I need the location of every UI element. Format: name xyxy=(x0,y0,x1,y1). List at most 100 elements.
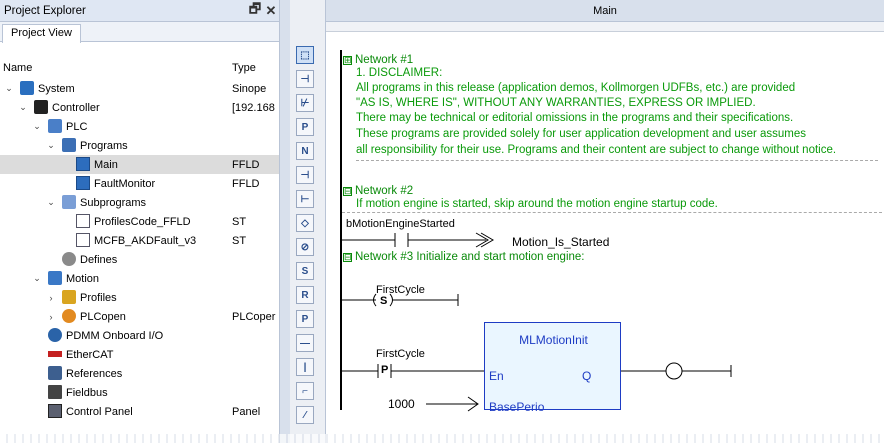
tree-item-plcopen[interactable]: › PLCopen PLCoper xyxy=(0,307,279,326)
tree-item-mcfb-akdfault-v3[interactable]: MCFB_AKDFault_v3 ST xyxy=(0,231,279,250)
tree-item-pdmm-onboard-i-o[interactable]: PDMM Onboard I/O xyxy=(0,326,279,345)
column-ruler xyxy=(326,22,884,32)
select-tool-icon[interactable]: ⬚ xyxy=(296,46,314,64)
profiles-icon xyxy=(62,290,76,304)
corner-line-tool-icon[interactable]: ⌐ xyxy=(296,382,314,400)
tree-item-fieldbus[interactable]: Fieldbus xyxy=(0,383,279,402)
tree-item-label: PLCopen xyxy=(80,310,126,323)
tree-header: Name Type xyxy=(0,60,279,78)
collapse-chevron-icon[interactable]: ⌄ xyxy=(46,193,56,212)
tree-item-references[interactable]: References xyxy=(0,364,279,383)
tree-item-motion[interactable]: ⌄ Motion xyxy=(0,269,279,288)
coil-tool-icon[interactable]: ◇ xyxy=(296,214,314,232)
tree-item-programs[interactable]: ⌄ Programs xyxy=(0,136,279,155)
neg-contact-tool-icon[interactable]: ⊬ xyxy=(296,94,314,112)
tree-item-type: Sinope xyxy=(232,82,267,95)
ethercat-icon xyxy=(48,351,62,357)
tree-item-type: FFLD xyxy=(232,158,260,171)
st-file-icon xyxy=(76,233,90,247)
tree-item-label: Programs xyxy=(80,139,128,152)
tree-item-ethercat[interactable]: EtherCAT xyxy=(0,345,279,364)
tree-item-label: Control Panel xyxy=(66,405,133,418)
tree-item-label: Controller xyxy=(52,101,100,114)
tree-item-label: System xyxy=(38,82,75,95)
set-coil-tool-icon[interactable]: S xyxy=(296,262,314,280)
contact-tool-icon[interactable]: ⊣ xyxy=(296,70,314,88)
editor-title-bar: Main xyxy=(326,0,884,22)
plcopen-icon xyxy=(62,309,76,323)
neg-coil-tool-icon[interactable]: ⊘ xyxy=(296,238,314,256)
collapse-chevron-icon[interactable]: ⌄ xyxy=(4,79,14,98)
pulse-coil-tool-icon[interactable]: P xyxy=(296,310,314,328)
tree-item-defines[interactable]: Defines xyxy=(0,250,279,269)
set-coil-rung xyxy=(342,293,459,307)
tree-item-label: Defines xyxy=(80,253,118,266)
tree-item-controller[interactable]: ⌄ Controller [192.168 xyxy=(0,98,279,117)
controller-icon xyxy=(34,100,48,114)
reset-coil-tool-icon[interactable]: R xyxy=(296,286,314,304)
tree-item-type: Panel xyxy=(232,405,261,418)
column-name-header[interactable]: Name xyxy=(3,62,32,74)
tree-item-type: FFLD xyxy=(232,177,260,190)
column-type-header[interactable]: Type xyxy=(232,62,256,74)
fb-output-q[interactable]: Q xyxy=(582,369,591,383)
horizontal-line-tool-icon[interactable]: — xyxy=(296,334,314,352)
programs-folder-icon xyxy=(62,138,76,152)
plc-icon xyxy=(48,119,62,133)
tab-project-view[interactable]: Project View xyxy=(2,24,81,43)
tree-item-label: References xyxy=(66,367,123,380)
tree-item-label: MCFB_AKDFault_v3 xyxy=(94,234,197,247)
network-2-rung xyxy=(342,232,494,248)
tree-item-plc[interactable]: ⌄ PLC xyxy=(0,117,279,136)
fb-input-baseperiod[interactable]: BasePerio xyxy=(489,400,544,414)
st-file-icon xyxy=(76,214,90,228)
control-panel-icon xyxy=(48,404,62,418)
tree-item-type: ST xyxy=(232,215,247,228)
editor-title: Main xyxy=(593,5,617,17)
tree-item-type: ST xyxy=(232,234,247,247)
collapse-chevron-icon[interactable]: ⌄ xyxy=(32,269,42,288)
collapse-chevron-icon[interactable]: ⌄ xyxy=(46,136,56,155)
references-icon xyxy=(48,366,62,380)
project-explorer-titlebar: Project Explorer 🗗 ✕ xyxy=(0,0,279,22)
tree-item-subprograms[interactable]: ⌄ Subprograms xyxy=(0,193,279,212)
tree-item-label: Fieldbus xyxy=(66,386,108,399)
tree-item-profilescode-ffld[interactable]: ProfilesCode_FFLD ST xyxy=(0,212,279,231)
tree-item-label: Profiles xyxy=(80,291,117,304)
pulse-contact-letter: P xyxy=(381,364,389,376)
tree-item-faultmonitor[interactable]: FaultMonitor FFLD xyxy=(0,174,279,193)
motion-icon xyxy=(48,271,62,285)
tree-item-label: FaultMonitor xyxy=(94,177,156,190)
ladder-toolbar: ⬚ ⊣ ⊬ P N ⊣ ⊢ ◇ ⊘ S R P — | ⌐ ⁄ xyxy=(290,0,326,443)
tree-item-main[interactable]: Main FFLD xyxy=(0,155,279,174)
fb-input-en[interactable]: En xyxy=(489,369,504,383)
tree-item-control-panel[interactable]: Control Panel Panel xyxy=(0,402,279,421)
tree-item-type: [192.168 xyxy=(232,101,275,114)
vertical-line-tool-icon[interactable]: | xyxy=(296,358,314,376)
tree-item-label: Subprograms xyxy=(80,196,147,209)
function-block-title: MLMotionInit xyxy=(519,333,588,347)
expand-chevron-icon[interactable]: › xyxy=(46,307,56,326)
tree-item-label: PLC xyxy=(66,120,88,133)
pulse-contact-tool-icon[interactable]: N xyxy=(296,142,314,160)
defines-icon xyxy=(62,252,76,266)
collapse-chevron-icon[interactable]: ⌄ xyxy=(32,117,42,136)
contact-or-tool-icon[interactable]: ⊣ xyxy=(296,166,314,184)
tree-item-profiles[interactable]: › Profiles xyxy=(0,288,279,307)
expand-chevron-icon[interactable]: › xyxy=(46,288,56,307)
io-icon xyxy=(48,328,62,342)
splitter[interactable] xyxy=(280,0,290,443)
program-file-icon xyxy=(76,157,90,171)
tree-item-label: Main xyxy=(94,158,118,171)
tree-item-label: ProfilesCode_FFLD xyxy=(94,215,191,228)
diagonal-line-tool-icon[interactable]: ⁄ xyxy=(296,406,314,424)
tree-item-system[interactable]: ⌄ System Sinope xyxy=(0,79,279,98)
project-explorer-title: Project Explorer xyxy=(4,4,86,17)
function-block-mlmotioninit[interactable]: MLMotionInit En Q BasePerio xyxy=(484,322,621,414)
tree-item-type: PLCoper xyxy=(232,310,276,323)
close-icon[interactable]: ✕ xyxy=(263,3,279,19)
float-window-icon[interactable]: 🗗 xyxy=(247,0,263,22)
collapse-chevron-icon[interactable]: ⌄ xyxy=(18,98,28,117)
pos-contact-tool-icon[interactable]: P xyxy=(296,118,314,136)
contact-and-tool-icon[interactable]: ⊢ xyxy=(296,190,314,208)
